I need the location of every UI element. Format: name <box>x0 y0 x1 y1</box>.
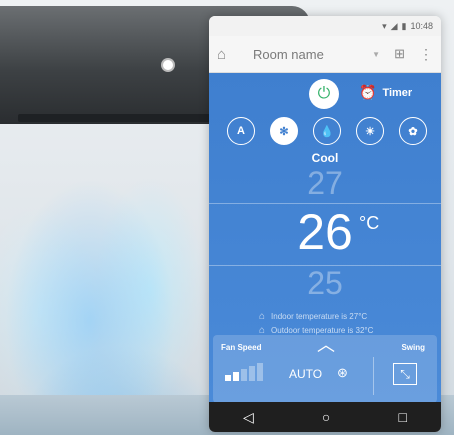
fan-icon: ✿ <box>408 125 418 138</box>
status-time: 10:48 <box>410 21 433 31</box>
mode-cool-button[interactable]: ✻ <box>270 117 298 145</box>
home-nav-icon[interactable]: ○ <box>322 409 330 425</box>
swing-label: Swing <box>401 343 425 352</box>
temperature-up-value[interactable]: 27 <box>209 165 441 202</box>
indoor-temp-text: Indoor temperature is 27°C <box>271 312 368 321</box>
phone-screen: ▾ ◢ ▮ 10:48 ⌂ Room name ▼ ⊞ ⋮ ⏻ ⏰ Timer … <box>209 16 441 432</box>
current-temperature: 26 <box>297 204 353 260</box>
more-icon[interactable]: ⋮ <box>419 46 433 63</box>
dropdown-icon[interactable]: ▼ <box>372 50 380 59</box>
mode-auto-button[interactable]: A <box>227 117 255 145</box>
fan-speed-label: Fan Speed <box>221 343 262 352</box>
mode-dry-button[interactable]: 💧 <box>313 117 341 145</box>
timer-button[interactable]: ⏰ Timer <box>359 84 412 101</box>
fan-swing-panel: ︿ Fan Speed Swing AUTO ⊛ ⤡ <box>213 335 437 403</box>
fan-speed-bar <box>225 375 231 381</box>
timer-label: Timer <box>382 86 413 99</box>
sun-icon: ☀ <box>365 125 375 138</box>
recents-icon[interactable]: □ <box>398 409 406 425</box>
auto-icon: A <box>237 125 245 137</box>
power-button[interactable]: ⏻ <box>309 79 339 109</box>
indoor-thermometer-icon: ⌂ <box>259 311 266 322</box>
control-panel: ⏻ ⏰ Timer A ✻ 💧 ☀ ✿ Cool 27 26 °C 25 ⌂ I… <box>209 73 441 403</box>
back-icon[interactable]: ◁ <box>243 409 254 426</box>
add-device-icon[interactable]: ⊞ <box>394 46 405 62</box>
fan-speed-bar <box>233 372 239 381</box>
fan-speed-bars[interactable] <box>225 363 263 381</box>
power-icon: ⏻ <box>317 85 331 102</box>
swing-button[interactable]: ⤡ <box>393 363 417 385</box>
fan-speed-value[interactable]: AUTO <box>289 367 322 381</box>
nav-bar: ◁ ○ □ <box>209 402 441 432</box>
status-bar: ▾ ◢ ▮ 10:48 <box>209 16 441 36</box>
mode-heat-button[interactable]: ☀ <box>356 117 384 145</box>
mode-label: Cool <box>311 151 339 165</box>
wifi-icon: ▾ <box>382 20 387 31</box>
water-drop-icon: 💧 <box>320 125 334 138</box>
signal-icon: ◢ <box>390 20 398 31</box>
chevron-up-icon[interactable]: ︿ <box>317 331 335 357</box>
room-name[interactable]: Room name <box>239 47 372 62</box>
fan-speed-bar <box>257 363 263 381</box>
panel-divider <box>373 357 374 395</box>
mode-selector: A ✻ 💧 ☀ ✿ <box>227 117 427 145</box>
mode-fan-button[interactable]: ✿ <box>399 117 427 145</box>
temperature-unit: °C <box>359 213 380 233</box>
alarm-clock-icon: ⏰ <box>359 84 377 100</box>
home-icon[interactable]: ⌂ <box>217 46 239 63</box>
fan-speed-bar <box>249 366 255 381</box>
battery-icon: ▮ <box>401 20 407 31</box>
snowflake-icon: ✻ <box>279 125 289 138</box>
indoor-temp-row: ⌂ Indoor temperature is 27°C <box>259 311 367 322</box>
ac-indicator-light <box>163 60 173 70</box>
app-bar: ⌂ Room name ▼ ⊞ ⋮ <box>209 36 441 73</box>
temperature-down-value[interactable]: 25 <box>209 265 441 302</box>
auto-fan-icon[interactable]: ⊛ <box>337 365 348 381</box>
fan-speed-bar <box>241 369 247 381</box>
swing-icon: ⤡ <box>400 366 410 381</box>
